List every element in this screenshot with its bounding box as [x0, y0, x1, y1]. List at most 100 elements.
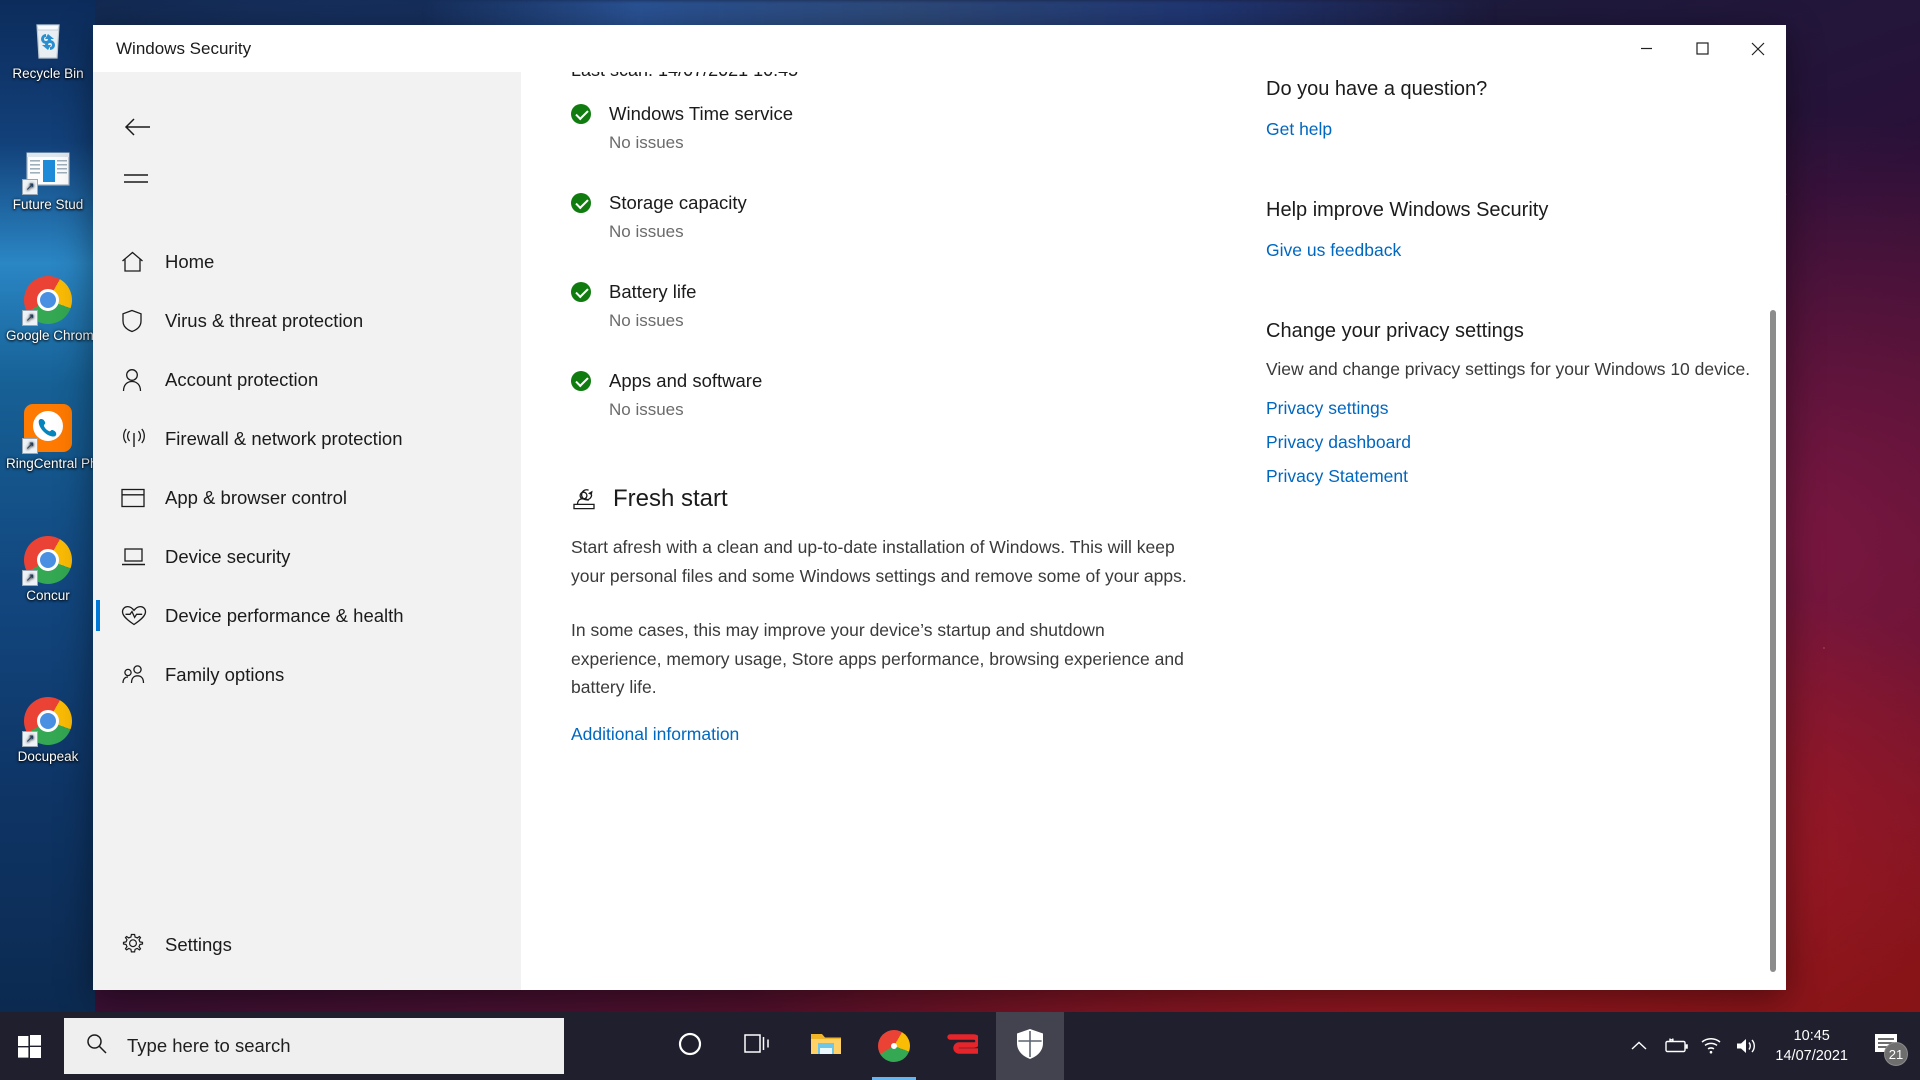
show-hidden-icons-button[interactable] [1621, 1012, 1657, 1080]
ringcentral-phone-icon: ↗ [22, 404, 72, 454]
taskbar-clock[interactable]: 10:45 14/07/2021 [1775, 1026, 1848, 1066]
sidebar-item-label: Home [165, 250, 215, 272]
taskbar-expressvpn-button[interactable] [928, 1012, 996, 1080]
last-scan-text: Last scan: 14/07/2021 10:45 [571, 72, 1191, 81]
clock-date: 14/07/2021 [1775, 1048, 1848, 1064]
sidebar-item-label: Account protection [165, 368, 319, 390]
volume-icon[interactable] [1729, 1012, 1765, 1080]
search-placeholder-text: Type here to search [127, 1035, 291, 1056]
taskbar-file-explorer-button[interactable] [792, 1012, 860, 1080]
laptop-icon [121, 547, 155, 567]
taskbar-cortana-button[interactable] [656, 1012, 724, 1080]
health-item-status: No issues [609, 400, 684, 419]
back-button[interactable] [93, 102, 521, 152]
sidebar-item-account-protection[interactable]: Account protection [93, 350, 521, 409]
health-item-apps-and-software: Apps and software No issues [571, 366, 1191, 423]
taskbar-app-buttons [656, 1012, 1064, 1080]
health-item-windows-time-service: Windows Time service No issues [571, 99, 1191, 156]
windows-security-window: Windows Security Home Virus & threat pro… [93, 25, 1786, 990]
health-item-title: Windows Time service [609, 103, 794, 124]
shortcut-arrow-icon: ↗ [22, 438, 38, 454]
scrollbar-thumb[interactable] [1770, 310, 1776, 972]
taskbar-chrome-button[interactable] [860, 1012, 928, 1080]
sidebar-item-device-security[interactable]: Device security [93, 527, 521, 586]
windows-security-icon [1016, 1028, 1044, 1065]
taskbar: Type here to search 10:45 14/07/2021 21 [0, 1012, 1920, 1080]
window-titlebar[interactable]: Windows Security [93, 25, 1786, 72]
recycle-bin-icon [24, 14, 72, 62]
sidebar-item-label: Virus & threat protection [165, 309, 364, 331]
sidebar-item-device-performance-health[interactable]: Device performance & health [93, 586, 521, 645]
maximize-button[interactable] [1674, 25, 1730, 72]
desktop-icon-ringcentral-phone[interactable]: ↗ RingCentral Phone [6, 404, 121, 472]
network-wifi-icon[interactable] [1693, 1012, 1729, 1080]
sidebar-item-app-browser-control[interactable]: App & browser control [93, 468, 521, 527]
health-item-title: Apps and software [609, 370, 763, 391]
sidebar-item-label: Device security [165, 545, 291, 567]
privacy-statement-link[interactable]: Privacy Statement [1266, 466, 1408, 486]
desktop-icon-label: Future Stud [12, 197, 84, 212]
navigation-sidebar: Home Virus & threat protection Account p… [93, 72, 521, 990]
system-tray: 10:45 14/07/2021 21 [1621, 1012, 1920, 1080]
chrome-icon [878, 1030, 910, 1062]
check-circle-icon [571, 282, 591, 302]
file-explorer-icon [810, 1030, 842, 1063]
question-block: Do you have a question? Get help [1266, 78, 1764, 147]
shortcut-arrow-icon: ↗ [22, 310, 38, 326]
fresh-start-paragraph-2: In some cases, this may improve your dev… [571, 620, 1184, 697]
health-item-battery-life: Battery life No issues [571, 277, 1191, 334]
notifications-button[interactable]: 21 [1860, 1012, 1912, 1080]
health-item-storage-capacity: Storage capacity No issues [571, 188, 1191, 245]
fresh-start-paragraph-1: Start afresh with a clean and up-to-date… [571, 537, 1187, 586]
start-button[interactable] [0, 1012, 58, 1080]
hamburger-menu-button[interactable] [93, 152, 521, 206]
check-circle-icon [571, 104, 591, 124]
chrome-icon: ↗ [22, 276, 72, 326]
taskbar-task-view-button[interactable] [724, 1012, 792, 1080]
home-icon [121, 251, 155, 273]
additional-information-link[interactable]: Additional information [571, 724, 739, 744]
desktop-icon-google-chrome[interactable]: ↗ Google Chrome [6, 276, 101, 344]
search-input[interactable]: Type here to search [64, 1018, 564, 1074]
sidebar-item-virus-threat-protection[interactable]: Virus & threat protection [93, 291, 521, 350]
sidebar-item-settings[interactable]: Settings [93, 914, 521, 976]
close-button[interactable] [1730, 25, 1786, 72]
minimize-button[interactable] [1618, 25, 1674, 72]
shortcut-arrow-icon: ↗ [22, 570, 38, 586]
desktop-icon-future-stud[interactable]: ↗ Future Stud [6, 145, 90, 213]
fresh-start-heading-row: Fresh start [571, 485, 1191, 513]
health-item-status: No issues [609, 222, 684, 241]
improve-block: Help improve Windows Security Give us fe… [1266, 199, 1764, 268]
health-item-status: No issues [609, 311, 684, 330]
desktop-icon-label: Recycle Bin [12, 66, 84, 81]
sidebar-item-label: Settings [165, 934, 232, 955]
health-item-title: Battery life [609, 281, 697, 302]
taskbar-windows-security-button[interactable] [996, 1012, 1064, 1080]
sidebar-item-firewall-network-protection[interactable]: Firewall & network protection [93, 409, 521, 468]
search-icon [86, 1033, 107, 1059]
shortcut-arrow-icon: ↗ [22, 731, 38, 747]
sidebar-item-family-options[interactable]: Family options [93, 645, 521, 704]
battery-icon[interactable] [1657, 1012, 1693, 1080]
document-window-icon: ↗ [22, 145, 72, 195]
privacy-settings-link[interactable]: Privacy settings [1266, 398, 1389, 418]
desktop-icon-label: RingCentral Phone [6, 456, 121, 471]
window-title: Windows Security [116, 38, 252, 58]
give-us-feedback-link[interactable]: Give us feedback [1266, 240, 1401, 260]
shield-icon [121, 309, 155, 333]
privacy-description: View and change privacy settings for you… [1266, 359, 1751, 379]
sidebar-item-home[interactable]: Home [93, 232, 521, 291]
fresh-start-title: Fresh start [613, 485, 728, 512]
desktop-icon-concur[interactable]: ↗ Concur [6, 536, 90, 604]
fresh-start-icon [571, 487, 601, 511]
improve-heading: Help improve Windows Security [1266, 199, 1549, 221]
privacy-block: Change your privacy settings View and ch… [1266, 320, 1764, 494]
window-icon [121, 488, 155, 508]
get-help-link[interactable]: Get help [1266, 119, 1332, 139]
desktop-icon-recycle-bin[interactable]: Recycle Bin [6, 14, 90, 82]
content-scrollbar[interactable] [1768, 72, 1780, 990]
privacy-dashboard-link[interactable]: Privacy dashboard [1266, 432, 1411, 452]
question-heading: Do you have a question? [1266, 78, 1488, 100]
wifi-signal-icon [121, 428, 155, 450]
desktop-icon-docupeak[interactable]: ↗ Docupeak [6, 697, 90, 765]
